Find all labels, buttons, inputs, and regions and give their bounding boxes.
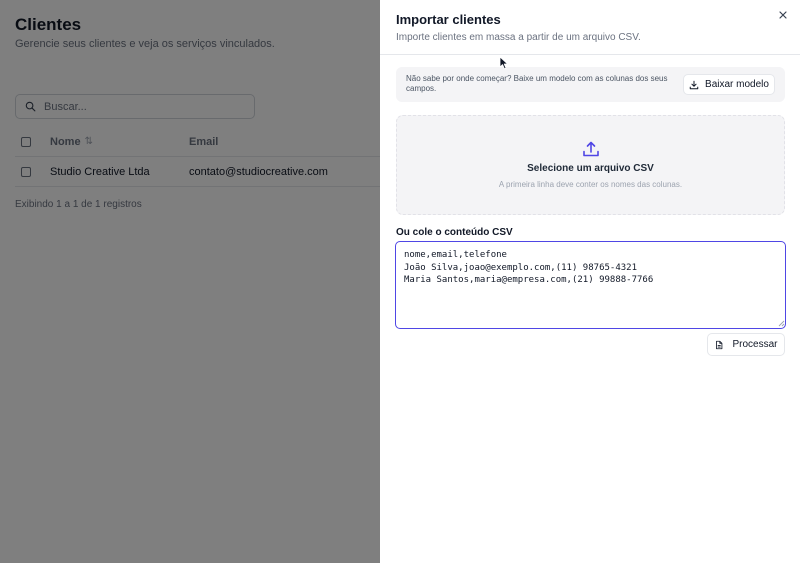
import-drawer: Importar clientes Importe clientes em ma… — [380, 0, 800, 563]
dropzone-subtitle: A primeira linha deve conter os nomes da… — [498, 180, 683, 189]
hint-text: Não sabe por onde começar? Baixe um mode… — [406, 74, 668, 93]
drawer-subtitle: Importe clientes em massa a partir de um… — [396, 32, 641, 43]
csv-textarea[interactable]: nome,email,telefone João Silva,joao@exem… — [395, 241, 786, 329]
upload-icon — [582, 141, 599, 157]
resize-handle-icon[interactable] — [778, 320, 785, 327]
process-button[interactable]: Processar — [707, 333, 785, 356]
divider — [380, 54, 800, 55]
download-template-label: Baixar modelo — [705, 79, 769, 90]
drawer-title: Importar clientes — [396, 12, 501, 27]
download-icon — [689, 80, 699, 89]
paste-csv-label: Ou cole o conteúdo CSV — [396, 227, 513, 238]
csv-dropzone[interactable]: Selecione um arquivo CSV A primeira linh… — [396, 115, 785, 215]
close-button[interactable] — [776, 8, 790, 22]
file-icon — [716, 340, 723, 349]
close-icon — [779, 11, 787, 19]
mouse-cursor-icon — [499, 56, 508, 70]
dropzone-title: Selecione um arquivo CSV — [527, 163, 654, 174]
template-hint-box: Não sabe por onde começar? Baixe um mode… — [396, 67, 785, 102]
process-label: Processar — [732, 339, 778, 350]
download-template-button[interactable]: Baixar modelo — [683, 74, 775, 95]
